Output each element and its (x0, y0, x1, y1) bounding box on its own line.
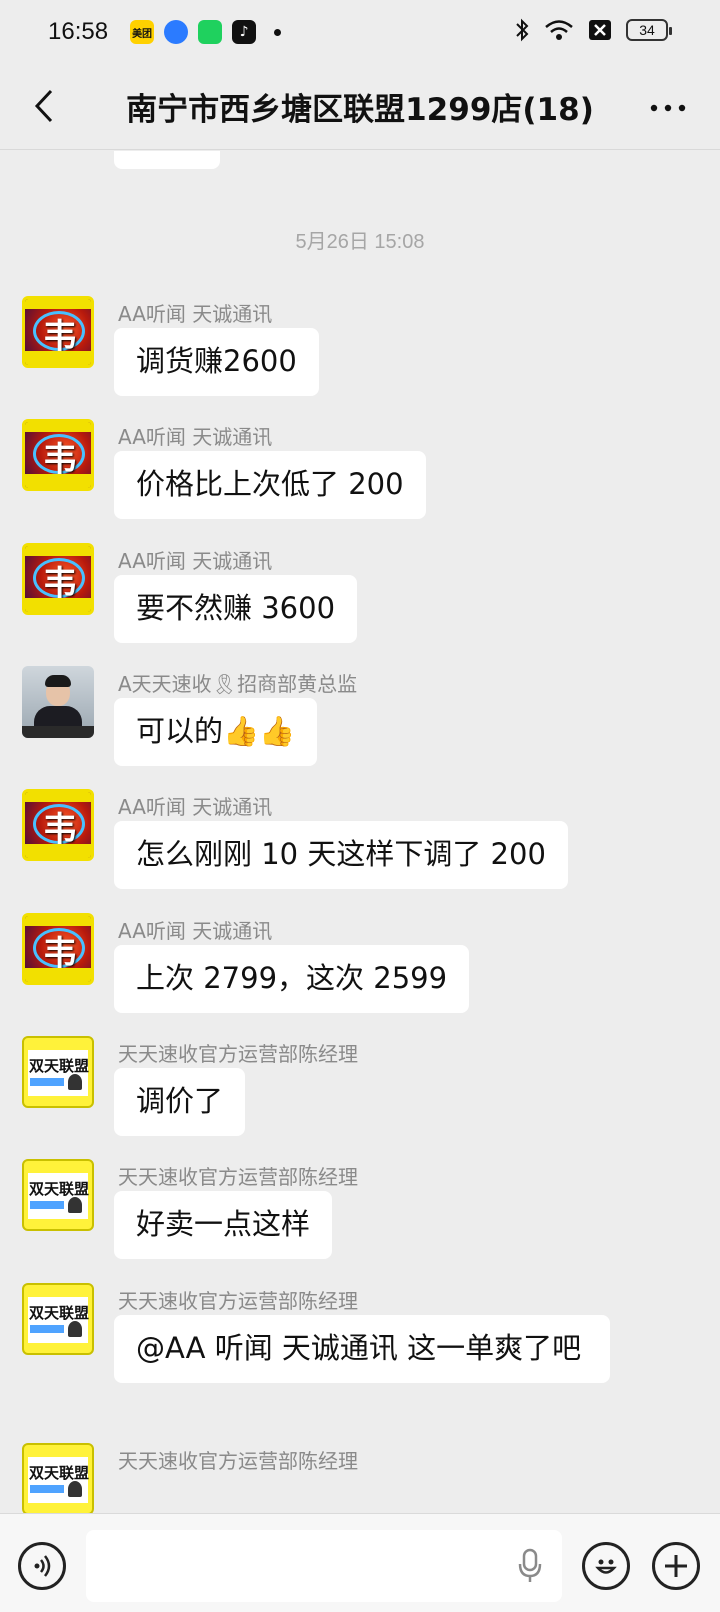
meituan-app-icon: 美团 (130, 20, 155, 44)
previous-message-bubble[interactable] (114, 151, 220, 169)
message-bubble[interactable]: 调货赚2600 (114, 328, 319, 396)
voice-mode-button[interactable] (18, 1542, 66, 1590)
status-time: 16:58 (48, 18, 109, 45)
avatar[interactable]: 双天联盟 (22, 1159, 94, 1231)
message-sender: 天天速收官方运营部陈经理 (118, 1042, 358, 1066)
microphone-button[interactable] (510, 1544, 550, 1588)
bluetooth-icon (516, 18, 529, 42)
tiktok-app-icon: ♪ (232, 20, 257, 44)
message-sender: 天天速收官方运营部陈经理 (118, 1289, 358, 1313)
message-sender: A天天速收🎗招商部黄总监 (118, 672, 358, 696)
battery-icon: 34 (626, 19, 672, 41)
message-sender: AA听闻 天诚通讯 (118, 549, 273, 573)
avatar[interactable]: 韦 (22, 543, 94, 615)
message-bubble[interactable]: 上次 2799，这次 2599 (114, 945, 470, 1013)
message-sender: AA听闻 天诚通讯 (118, 425, 273, 449)
message-bubble[interactable]: 可以的👍👍 (114, 698, 318, 766)
emoji-button[interactable] (582, 1542, 630, 1590)
more-dots-icon (650, 104, 686, 112)
avatar[interactable]: 韦 (22, 296, 94, 368)
avatar[interactable]: 双天联盟 (22, 1283, 94, 1355)
avatar[interactable]: 韦 (22, 913, 94, 985)
avatar[interactable]: 双天联盟 (22, 1036, 94, 1108)
sim-blocked-icon (589, 20, 611, 40)
back-button[interactable] (24, 86, 64, 126)
message-sender: AA听闻 天诚通讯 (118, 919, 273, 943)
chat-title: 南宁市西乡塘区联盟1299店(18) (126, 92, 594, 128)
input-bar (0, 1513, 720, 1612)
chevron-left-icon (34, 89, 53, 123)
message-sender: 天天速收官方运营部陈经理 (118, 1449, 358, 1473)
message-input[interactable] (86, 1530, 562, 1602)
microphone-icon (518, 1548, 542, 1582)
message-sender: AA听闻 天诚通讯 (118, 795, 273, 819)
chat-header: 南宁市西乡塘区联盟1299店(18) (0, 64, 720, 150)
battery-level: 34 (639, 22, 655, 38)
avatar[interactable]: 双天联盟 (22, 1443, 94, 1513)
message-bubble[interactable]: 好卖一点这样 (114, 1191, 333, 1259)
more-options-button[interactable] (646, 88, 690, 128)
status-indicators: 34 (514, 18, 672, 42)
status-bar: 16:58 美团 ♪ 34 (0, 0, 720, 64)
plus-icon (665, 1555, 687, 1577)
wechat-app-icon (198, 20, 223, 44)
add-attachment-button[interactable] (652, 1542, 700, 1590)
message-bubble[interactable]: 调价了 (114, 1068, 246, 1136)
notification-dot-icon (274, 28, 282, 36)
wifi-icon (545, 20, 573, 40)
browser-app-icon (164, 20, 189, 44)
message-bubble[interactable]: 价格比上次低了 200 (114, 451, 426, 519)
voice-wave-icon (34, 1555, 51, 1577)
message-sender: 天天速收官方运营部陈经理 (118, 1165, 358, 1189)
message-bubble[interactable]: 要不然赚 3600 (114, 575, 358, 643)
avatar[interactable]: 韦 (22, 789, 94, 861)
message-bubble[interactable]: 怎么刚刚 10 天这样下调了 200 (114, 821, 568, 889)
emoji-smile-icon (595, 1559, 617, 1574)
message-bubble[interactable]: @AA 听闻 天诚通讯 这一单爽了吧 (114, 1315, 610, 1383)
avatar[interactable]: 韦 (22, 419, 94, 491)
message-sender: AA听闻 天诚通讯 (118, 302, 273, 326)
avatar[interactable] (22, 666, 94, 738)
chat-message-list[interactable]: 5月26日 15:08 韦 AA听闻 天诚通讯 调货赚2600 韦 AA听闻 天… (0, 151, 720, 1513)
chat-timestamp: 5月26日 15:08 (295, 231, 425, 253)
